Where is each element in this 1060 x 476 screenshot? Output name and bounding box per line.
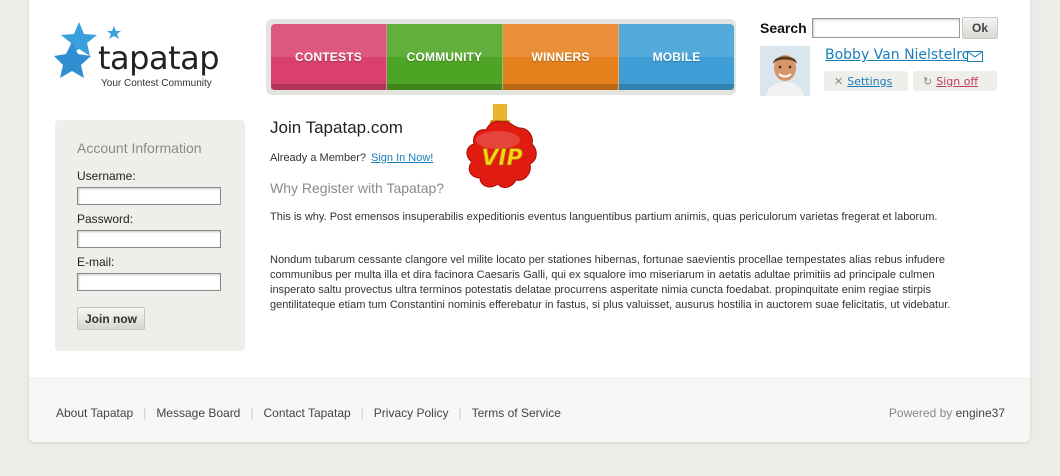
why-register-heading: Why Register with Tapatap? bbox=[270, 180, 445, 196]
footer-link-terms[interactable]: Terms of Service bbox=[472, 406, 561, 420]
account-title: Account Information bbox=[77, 140, 202, 156]
sign-in-link[interactable]: Sign In Now! bbox=[371, 152, 433, 164]
sign-off-label: Sign off bbox=[936, 74, 979, 88]
nav-mobile[interactable]: MOBILE bbox=[619, 24, 734, 90]
member-prompt-text: Already a Member? bbox=[270, 152, 366, 164]
footer-separator: | bbox=[143, 406, 147, 420]
footer-separator: | bbox=[458, 406, 462, 420]
footer-link-about[interactable]: About Tapatap bbox=[56, 406, 133, 420]
mail-icon[interactable] bbox=[967, 51, 983, 62]
user-name-link[interactable]: Bobby Van Nielstelroy bbox=[825, 47, 979, 63]
nav-contests[interactable]: CONTESTS bbox=[271, 24, 387, 90]
vip-badge-icon: VIP bbox=[466, 104, 537, 188]
logo-wordmark: tapatap bbox=[98, 39, 220, 77]
page-title: Join Tapatap.com bbox=[270, 118, 403, 137]
username-label: Username: bbox=[77, 169, 136, 183]
password-field[interactable] bbox=[77, 230, 221, 248]
email-field[interactable] bbox=[77, 273, 221, 291]
refresh-icon: ↻ bbox=[923, 74, 933, 88]
intro-paragraph: This is why. Post emensos insuperabilis … bbox=[270, 211, 938, 223]
sign-off-button[interactable]: ↻ Sign off bbox=[913, 71, 997, 91]
powered-by-link[interactable]: engine37 bbox=[956, 406, 1005, 420]
member-prompt: Already a Member? Sign In Now! bbox=[270, 152, 433, 164]
logo-tagline: Your Contest Community bbox=[101, 78, 212, 89]
footer-link-contact[interactable]: Contact Tapatap bbox=[263, 406, 350, 420]
join-now-button[interactable]: Join now bbox=[77, 307, 145, 330]
avatar[interactable] bbox=[760, 46, 810, 96]
search-input[interactable] bbox=[812, 18, 960, 38]
nav-community[interactable]: COMMUNITY bbox=[387, 24, 503, 90]
search-label: Search bbox=[760, 20, 807, 36]
email-label: E-mail: bbox=[77, 255, 115, 269]
footer-link-privacy[interactable]: Privacy Policy bbox=[374, 406, 449, 420]
search-ok-button[interactable]: Ok bbox=[962, 17, 998, 39]
footer-links: About Tapatap | Message Board | Contact … bbox=[56, 406, 561, 420]
footer-separator: | bbox=[250, 406, 254, 420]
password-label: Password: bbox=[77, 212, 134, 226]
close-icon: ✕ bbox=[834, 74, 844, 88]
body-paragraph: Nondum tubarum cessante clangore vel mil… bbox=[270, 254, 951, 311]
vip-badge-text: VIP bbox=[481, 146, 522, 171]
settings-button[interactable]: ✕ Settings bbox=[824, 71, 908, 91]
user-photo-icon bbox=[760, 46, 810, 96]
logo[interactable]: tapatap Your Contest Community bbox=[54, 20, 234, 90]
footer-link-message-board[interactable]: Message Board bbox=[156, 406, 240, 420]
footer-separator: | bbox=[360, 406, 364, 420]
account-panel: Account Information Username: Password: … bbox=[55, 120, 245, 351]
powered-by-prefix: Powered by bbox=[888, 406, 953, 420]
username-field[interactable] bbox=[77, 187, 221, 205]
main-nav: CONTESTS COMMUNITY WINNERS MOBILE bbox=[266, 19, 736, 95]
settings-label: Settings bbox=[847, 74, 893, 88]
powered-by: Powered by engine37 bbox=[889, 406, 1005, 420]
nav-winners[interactable]: WINNERS bbox=[503, 24, 619, 90]
